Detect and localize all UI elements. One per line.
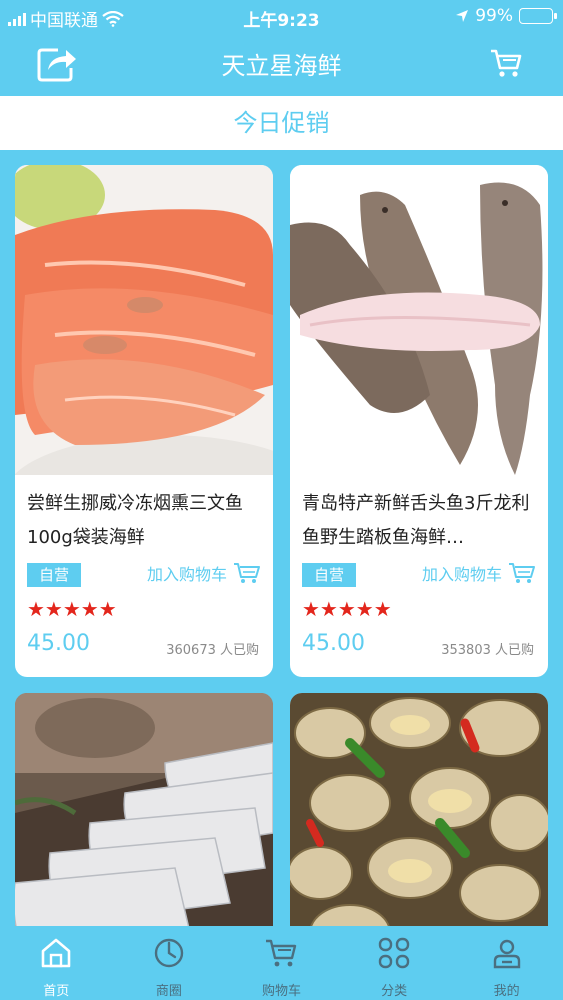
sold-count: 360673 人已购 [166, 643, 259, 658]
cart-icon [509, 563, 535, 583]
home-icon [41, 938, 71, 968]
add-to-cart-label: 加入购物车 [421, 565, 502, 584]
product-card[interactable]: 青岛特产新鲜舌头鱼3斤龙利鱼野生踏板鱼海鲜… 自营 加入购物车 ★★★★★ 45… [290, 165, 548, 677]
add-to-cart-label: 加入购物车 [146, 565, 227, 584]
add-to-cart-button[interactable]: 加入购物车 [422, 561, 536, 585]
sold-count: 353803 人已购 [441, 643, 534, 658]
product-image-sole-fish[interactable] [290, 165, 548, 475]
tab-cart[interactable]: 购物车 [225, 926, 338, 1000]
compass-icon [154, 938, 184, 968]
product-price: 45.00 [27, 631, 90, 656]
self-operated-badge: 自营 [302, 563, 356, 587]
product-image-hairtail[interactable] [15, 693, 273, 926]
product-name[interactable]: 尝鲜生挪威冷冻烟熏三文鱼100g袋装海鲜 [27, 487, 261, 555]
tab-bar: 首页 商圈 购物车 分类 我的 [0, 926, 563, 1000]
tab-label: 商圈 [155, 984, 182, 999]
nav-bar: 天立星海鲜 [0, 32, 563, 94]
product-card[interactable] [290, 693, 548, 926]
tab-label: 购物车 [261, 984, 301, 999]
product-grid: 尝鲜生挪威冷冻烟熏三文鱼100g袋装海鲜 自营 加入购物车 ★★★★★ 45.0… [0, 150, 563, 926]
tab-profile[interactable]: 我的 [450, 926, 563, 1000]
grid-icon [378, 937, 410, 969]
status-bar: 中国联通 上午9:23 99% [0, 0, 563, 32]
user-icon [493, 939, 520, 969]
tab-home[interactable]: 首页 [0, 926, 113, 1000]
status-right: 99% [455, 6, 557, 26]
product-price: 45.00 [302, 631, 365, 656]
add-to-cart-button[interactable]: 加入购物车 [147, 561, 261, 585]
cart-icon [266, 939, 297, 967]
product-image-clams[interactable] [290, 693, 548, 926]
rating-stars: ★★★★★ [302, 597, 392, 621]
tab-label: 我的 [493, 984, 520, 999]
tab-label: 分类 [381, 984, 408, 999]
rating-stars: ★★★★★ [27, 597, 117, 621]
battery-icon [519, 8, 557, 24]
tab-business-circle[interactable]: 商圈 [113, 926, 226, 1000]
tab-label: 首页 [43, 984, 70, 999]
cart-icon [234, 563, 260, 583]
self-operated-badge: 自营 [27, 563, 81, 587]
tab-categories[interactable]: 分类 [338, 926, 451, 1000]
product-card[interactable] [15, 693, 273, 926]
product-card[interactable]: 尝鲜生挪威冷冻烟熏三文鱼100g袋装海鲜 自营 加入购物车 ★★★★★ 45.0… [15, 165, 273, 677]
app-title: 天立星海鲜 [221, 52, 342, 80]
battery-percent: 99% [475, 6, 513, 26]
product-image-salmon[interactable] [15, 165, 273, 475]
cart-icon[interactable] [489, 46, 523, 80]
product-name[interactable]: 青岛特产新鲜舌头鱼3斤龙利鱼野生踏板鱼海鲜… [302, 487, 536, 555]
section-title: 今日促销 [0, 96, 563, 150]
location-arrow-icon [456, 10, 469, 22]
